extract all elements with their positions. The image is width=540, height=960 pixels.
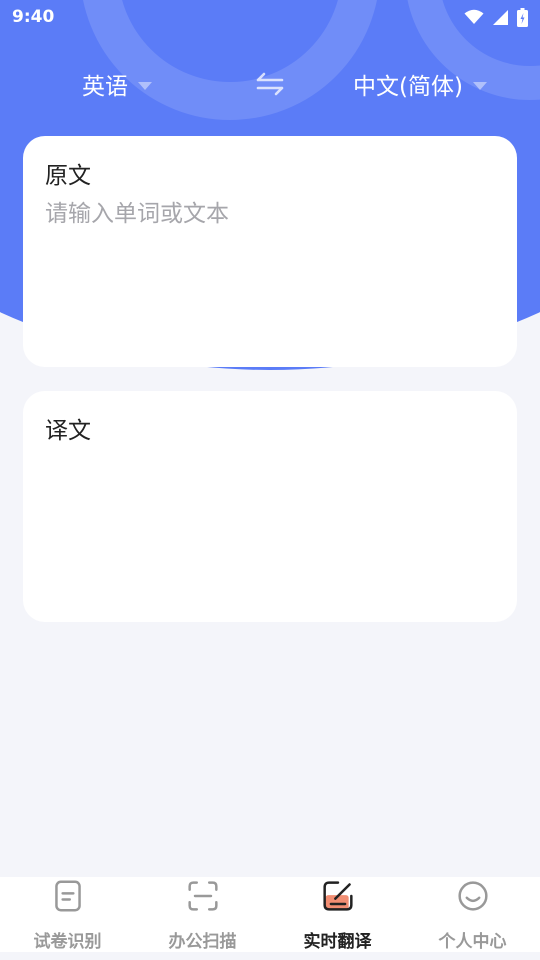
cell-signal-icon: [493, 9, 508, 25]
status-time: 9:40: [12, 7, 55, 27]
status-bar: 9:40: [0, 0, 540, 34]
source-language-label: 英语: [82, 74, 128, 100]
translation-result-card: 译文: [23, 391, 517, 622]
translation-output: [45, 449, 495, 599]
document-icon: [54, 880, 81, 912]
target-language-selector[interactable]: 中文(简体): [353, 62, 487, 106]
battery-icon: [517, 7, 528, 27]
tab-label: 实时翻译: [303, 932, 372, 952]
tab-live-translate[interactable]: 实时翻译: [270, 877, 405, 952]
caret-down-icon: [472, 81, 487, 90]
source-language-selector[interactable]: 英语: [82, 62, 152, 106]
smiley-icon: [457, 881, 488, 911]
source-text-card: 原文: [23, 136, 517, 367]
tab-exam-recognition[interactable]: 试卷识别: [0, 877, 135, 952]
system-nav-strip: [0, 952, 540, 960]
source-text-input[interactable]: [45, 194, 495, 344]
tab-personal-center[interactable]: 个人中心: [405, 877, 540, 952]
target-card-title: 译文: [45, 418, 91, 444]
bottom-tab-bar: 试卷识别 办公扫描 实时翻译 个人中心: [0, 877, 540, 952]
language-bar: 英语 中文(简体): [0, 62, 540, 106]
tab-label: 办公扫描: [168, 932, 237, 952]
target-language-label: 中文(简体): [353, 74, 463, 100]
translate-edit-icon: [322, 881, 353, 911]
scan-frame-icon: [187, 881, 218, 911]
tab-label: 个人中心: [438, 932, 507, 952]
tab-label: 试卷识别: [33, 932, 102, 952]
source-card-title: 原文: [45, 163, 91, 189]
caret-down-icon: [138, 81, 152, 90]
swap-languages-icon[interactable]: [255, 70, 285, 98]
wifi-icon: [464, 9, 484, 24]
status-icons: [464, 7, 528, 27]
tab-office-scan[interactable]: 办公扫描: [135, 877, 270, 952]
